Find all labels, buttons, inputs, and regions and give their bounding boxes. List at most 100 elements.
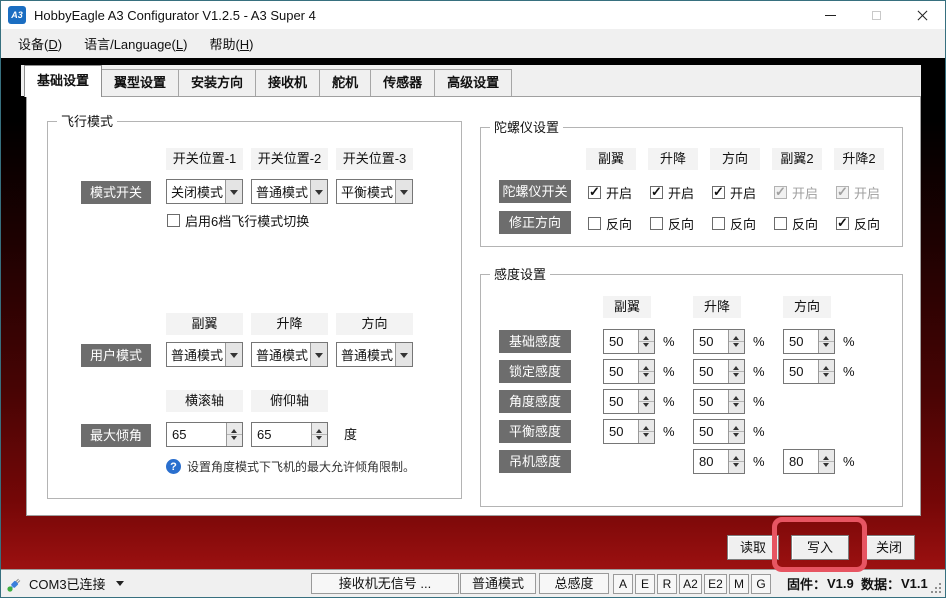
spinner-buttons[interactable]	[818, 330, 834, 353]
spin-down-icon[interactable]	[819, 342, 834, 353]
spin-up-icon[interactable]	[639, 390, 654, 402]
hover-gain-elevator-spinner[interactable]: 80	[693, 449, 745, 474]
spin-down-icon[interactable]	[819, 372, 834, 383]
base-gain-aileron-spinner[interactable]: 50	[603, 329, 655, 354]
spin-down-icon[interactable]	[819, 462, 834, 473]
tab-basic-settings[interactable]: 基础设置	[24, 65, 102, 97]
checkbox-icon[interactable]	[650, 186, 663, 199]
checkbox-icon[interactable]	[588, 217, 601, 230]
angle-gain-elevator-spinner[interactable]: 50	[693, 389, 745, 414]
spinner-value[interactable]: 50	[694, 360, 728, 383]
spinner-buttons[interactable]	[226, 423, 242, 446]
spin-up-icon[interactable]	[729, 330, 744, 342]
spinner-value[interactable]: 50	[694, 420, 728, 443]
reverse-aileron-checkbox[interactable]: 反向	[588, 215, 632, 231]
spin-down-icon[interactable]	[639, 402, 654, 413]
spinner-buttons[interactable]	[818, 360, 834, 383]
user-rudder-dropdown[interactable]: 普通模式	[336, 342, 413, 367]
spin-up-icon[interactable]	[729, 450, 744, 462]
balance-gain-aileron-spinner[interactable]: 50	[603, 419, 655, 444]
menu-language[interactable]: 语言/Language(L)	[73, 30, 198, 57]
tab-advanced[interactable]: 高级设置	[434, 69, 512, 96]
spin-down-icon[interactable]	[729, 342, 744, 353]
mode-pos1-dropdown[interactable]: 关闭模式	[166, 179, 243, 204]
close-dialog-button[interactable]: 关闭	[863, 535, 915, 560]
reverse-elevator-checkbox[interactable]: 反向	[650, 215, 694, 231]
spin-up-icon[interactable]	[819, 450, 834, 462]
close-button[interactable]	[899, 1, 945, 29]
six-mode-checkbox[interactable]: 启用6档飞行模式切换	[167, 212, 309, 228]
spin-up-icon[interactable]	[729, 420, 744, 432]
spin-down-icon[interactable]	[312, 435, 327, 446]
chevron-down-icon[interactable]	[225, 343, 242, 366]
spin-down-icon[interactable]	[729, 432, 744, 443]
tab-receiver[interactable]: 接收机	[255, 69, 320, 96]
menu-help[interactable]: 帮助(H)	[198, 30, 264, 57]
user-elevator-dropdown[interactable]: 普通模式	[251, 342, 328, 367]
spin-up-icon[interactable]	[819, 360, 834, 372]
spin-up-icon[interactable]	[639, 360, 654, 372]
spin-down-icon[interactable]	[729, 372, 744, 383]
mode-pos2-dropdown[interactable]: 普通模式	[251, 179, 328, 204]
checkbox-icon[interactable]	[774, 217, 787, 230]
checkbox-icon[interactable]	[712, 186, 725, 199]
tab-sensor[interactable]: 传感器	[370, 69, 435, 96]
spinner-buttons[interactable]	[311, 423, 327, 446]
spinner-value[interactable]: 50	[694, 390, 728, 413]
spinner-value[interactable]: 80	[694, 450, 728, 473]
spinner-value[interactable]: 50	[604, 360, 638, 383]
spinner-buttons[interactable]	[818, 450, 834, 473]
tab-wing-type[interactable]: 翼型设置	[101, 69, 179, 96]
user-aileron-dropdown[interactable]: 普通模式	[166, 342, 243, 367]
hover-gain-rudder-spinner[interactable]: 80	[783, 449, 835, 474]
spin-down-icon[interactable]	[227, 435, 242, 446]
gyro-enable-rudder-checkbox[interactable]: 开启	[712, 184, 756, 200]
spinner-value[interactable]: 50	[604, 390, 638, 413]
balance-gain-elevator-spinner[interactable]: 50	[693, 419, 745, 444]
checkbox-icon[interactable]	[167, 214, 180, 227]
spinner-buttons[interactable]	[728, 420, 744, 443]
spin-up-icon[interactable]	[312, 423, 327, 435]
base-gain-elevator-spinner[interactable]: 50	[693, 329, 745, 354]
spin-up-icon[interactable]	[819, 330, 834, 342]
menu-device[interactable]: 设备(D)	[7, 30, 73, 57]
spinner-buttons[interactable]	[728, 390, 744, 413]
spin-up-icon[interactable]	[729, 390, 744, 402]
checkbox-icon[interactable]	[712, 217, 725, 230]
angle-gain-aileron-spinner[interactable]: 50	[603, 389, 655, 414]
spinner-buttons[interactable]	[638, 420, 654, 443]
reverse-rudder-checkbox[interactable]: 反向	[712, 215, 756, 231]
spinner-value[interactable]: 80	[784, 450, 818, 473]
spin-down-icon[interactable]	[729, 402, 744, 413]
max-angle-pitch-spinner[interactable]: 65	[251, 422, 328, 447]
tab-mount-orientation[interactable]: 安装方向	[178, 69, 256, 96]
com-port-selector[interactable]: COM3已连接	[7, 570, 124, 597]
base-gain-rudder-spinner[interactable]: 50	[783, 329, 835, 354]
max-angle-roll-spinner[interactable]: 65	[166, 422, 243, 447]
spin-up-icon[interactable]	[227, 423, 242, 435]
spin-down-icon[interactable]	[639, 342, 654, 353]
chevron-down-icon[interactable]	[310, 180, 327, 203]
checkbox-icon[interactable]	[650, 217, 663, 230]
lock-gain-rudder-spinner[interactable]: 50	[783, 359, 835, 384]
spinner-buttons[interactable]	[638, 390, 654, 413]
checkbox-icon[interactable]	[836, 217, 849, 230]
spinner-buttons[interactable]	[728, 360, 744, 383]
chevron-down-icon[interactable]	[395, 180, 412, 203]
lock-gain-elevator-spinner[interactable]: 50	[693, 359, 745, 384]
tab-servo[interactable]: 舵机	[319, 69, 371, 96]
checkbox-icon[interactable]	[588, 186, 601, 199]
spinner-value[interactable]: 50	[784, 360, 818, 383]
resize-grip[interactable]	[939, 591, 941, 593]
spinner-value[interactable]: 65	[252, 423, 311, 446]
spinner-value[interactable]: 65	[167, 423, 226, 446]
chevron-down-icon[interactable]	[310, 343, 327, 366]
reverse-elevator2-checkbox[interactable]: 反向	[836, 215, 880, 231]
gyro-enable-aileron-checkbox[interactable]: 开启	[588, 184, 632, 200]
spin-up-icon[interactable]	[729, 360, 744, 372]
spin-up-icon[interactable]	[639, 330, 654, 342]
spinner-buttons[interactable]	[638, 330, 654, 353]
lock-gain-aileron-spinner[interactable]: 50	[603, 359, 655, 384]
chevron-down-icon[interactable]	[395, 343, 412, 366]
spin-down-icon[interactable]	[639, 432, 654, 443]
